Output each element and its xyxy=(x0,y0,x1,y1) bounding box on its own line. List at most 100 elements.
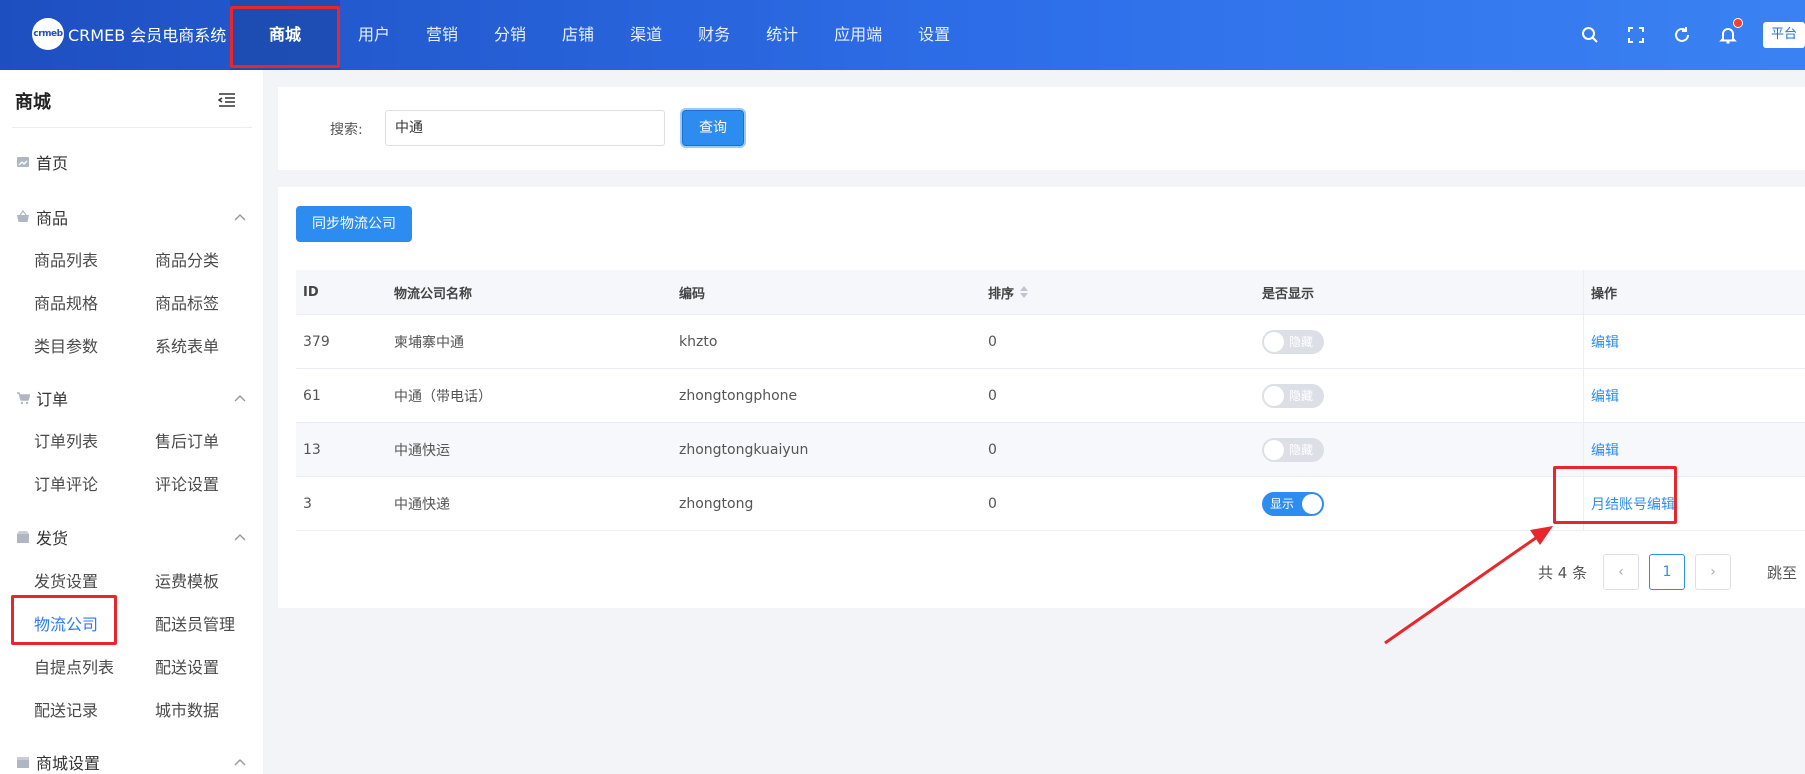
sort-caret-icon[interactable] xyxy=(1020,286,1029,298)
annotation-box-logistics xyxy=(11,595,117,645)
cell-actions: 编辑 xyxy=(1591,315,1619,368)
cell-id: 3 xyxy=(303,495,312,512)
sidebar-link-product-list[interactable]: 商品列表 xyxy=(34,247,98,271)
edit-link[interactable]: 编辑 xyxy=(1591,386,1619,406)
search-label: 搜索: xyxy=(330,122,363,138)
sidebar-group-label: 商城设置 xyxy=(36,754,101,773)
sidebar: 商城 首页 商品 商品列表 商品分类 商品规格 商品标签 类目参数 系统表单 订… xyxy=(0,70,263,774)
cell-id: 13 xyxy=(303,441,321,458)
sidebar-link-delivery-settings[interactable]: 配送设置 xyxy=(155,654,219,678)
annotation-box-nav xyxy=(230,6,340,68)
visibility-toggle[interactable]: 隐藏 xyxy=(1262,329,1324,354)
sync-logistics-button[interactable]: 同步物流公司 xyxy=(296,206,412,242)
column-header-sort[interactable]: 排序 xyxy=(988,270,1029,314)
visibility-toggle[interactable]: 显示 xyxy=(1262,491,1324,516)
column-header-sort-label: 排序 xyxy=(988,286,1015,302)
cell-code: zhongtongphone xyxy=(679,387,798,404)
chevron-up-icon xyxy=(234,214,246,221)
sidebar-link-courier-management[interactable]: 配送员管理 xyxy=(155,611,235,635)
nav-item-users[interactable]: 用户 xyxy=(340,0,408,70)
nav-item-marketing[interactable]: 营销 xyxy=(408,0,476,70)
top-nav: 商城 用户 营销 分销 店铺 渠道 财务 统计 应用端 设置 xyxy=(230,0,968,70)
column-divider xyxy=(1583,315,1584,368)
sidebar-item-home[interactable]: 首页 xyxy=(16,150,68,174)
platform-button[interactable]: 平台 xyxy=(1763,22,1805,48)
nav-item-settings[interactable]: 设置 xyxy=(900,0,968,70)
cell-show: 显示 xyxy=(1262,477,1324,530)
fullscreen-icon[interactable] xyxy=(1625,24,1647,46)
basket-icon xyxy=(16,210,30,224)
table-header: ID 物流公司名称 编码 排序 是否显示 操作 xyxy=(296,270,1805,315)
refresh-icon[interactable] xyxy=(1671,24,1693,46)
cell-code: zhongtongkuaiyun xyxy=(679,441,809,458)
toggle-label: 隐藏 xyxy=(1289,388,1314,403)
column-header-actions: 操作 xyxy=(1591,286,1618,302)
cell-name: 中通快递 xyxy=(394,496,450,513)
collapse-menu-icon[interactable] xyxy=(218,92,236,108)
sidebar-link-product-category[interactable]: 商品分类 xyxy=(155,247,219,271)
sidebar-link-pickup-points[interactable]: 自提点列表 xyxy=(34,654,114,678)
next-page-button[interactable]: › xyxy=(1695,554,1731,590)
logo[interactable]: crmeb CRMEB 会员电商系统 xyxy=(32,18,226,50)
toggle-label: 隐藏 xyxy=(1289,442,1314,457)
cell-sort: 0 xyxy=(988,441,997,458)
edit-link[interactable]: 编辑 xyxy=(1591,332,1619,352)
visibility-toggle[interactable]: 隐藏 xyxy=(1262,437,1324,462)
cell-sort: 0 xyxy=(988,387,997,404)
bell-icon[interactable] xyxy=(1717,18,1743,46)
annotation-box-monthly-edit xyxy=(1553,466,1677,524)
cell-show: 隐藏 xyxy=(1262,369,1324,422)
sidebar-link-delivery-records[interactable]: 配送记录 xyxy=(34,697,98,721)
chevron-up-icon xyxy=(234,534,246,541)
jump-to-label: 跳至 xyxy=(1767,564,1798,582)
sidebar-link-city-data[interactable]: 城市数据 xyxy=(155,697,219,721)
sidebar-link-product-spec[interactable]: 商品规格 xyxy=(34,290,98,314)
cell-show: 隐藏 xyxy=(1262,315,1324,368)
table-row: 61 中通（带电话） zhongtongphone 0 隐藏 编辑 xyxy=(296,369,1805,423)
sidebar-link-order-list[interactable]: 订单列表 xyxy=(34,428,98,452)
nav-item-store[interactable]: 店铺 xyxy=(544,0,612,70)
sidebar-group-mall-settings[interactable]: 商城设置 xyxy=(16,750,246,774)
sidebar-link-system-forms[interactable]: 系统表单 xyxy=(155,333,219,357)
cell-show: 隐藏 xyxy=(1262,423,1324,476)
nav-item-finance[interactable]: 财务 xyxy=(680,0,748,70)
search-icon[interactable] xyxy=(1579,24,1601,46)
sidebar-link-category-params[interactable]: 类目参数 xyxy=(34,333,98,357)
sidebar-group-products[interactable]: 商品 xyxy=(16,205,246,229)
column-divider xyxy=(1583,369,1584,422)
search-input[interactable]: 中通 xyxy=(385,110,665,146)
notification-dot xyxy=(1733,18,1743,28)
logo-badge: crmeb xyxy=(32,18,64,50)
cell-sort: 0 xyxy=(988,333,997,350)
table-row: 379 柬埔寨中通 khzto 0 隐藏 编辑 xyxy=(296,315,1805,369)
nav-item-distribution[interactable]: 分销 xyxy=(476,0,544,70)
sidebar-link-order-reviews[interactable]: 订单评论 xyxy=(34,471,98,495)
header-actions: 平台 xyxy=(1579,0,1805,70)
sidebar-link-review-settings[interactable]: 评论设置 xyxy=(155,471,219,495)
sidebar-link-product-tags[interactable]: 商品标签 xyxy=(155,290,219,314)
sidebar-group-orders[interactable]: 订单 xyxy=(16,386,246,410)
nav-item-statistics[interactable]: 统计 xyxy=(748,0,816,70)
cell-sort: 0 xyxy=(988,495,997,512)
prev-page-button[interactable]: ‹ xyxy=(1603,554,1639,590)
sidebar-title: 商城 xyxy=(15,92,51,113)
sidebar-divider xyxy=(12,127,252,128)
cell-code: zhongtong xyxy=(679,495,754,512)
pagination-total: 共 4 条 xyxy=(1538,564,1588,582)
sidebar-group-shipping[interactable]: 发货 xyxy=(16,525,246,549)
sidebar-group-label: 订单 xyxy=(36,390,69,409)
visibility-toggle[interactable]: 隐藏 xyxy=(1262,383,1324,408)
sidebar-link-after-sales[interactable]: 售后订单 xyxy=(155,428,219,452)
nav-item-channel[interactable]: 渠道 xyxy=(612,0,680,70)
query-button[interactable]: 查询 xyxy=(682,110,744,146)
sidebar-link-freight-templates[interactable]: 运费模板 xyxy=(155,568,219,592)
cell-id: 61 xyxy=(303,387,321,404)
nav-item-apps[interactable]: 应用端 xyxy=(816,0,900,70)
edit-link[interactable]: 编辑 xyxy=(1591,440,1619,460)
chevron-up-icon xyxy=(234,395,246,402)
page-button-current[interactable]: 1 xyxy=(1649,554,1685,590)
cell-code: khzto xyxy=(679,333,718,350)
sidebar-link-shipping-settings[interactable]: 发货设置 xyxy=(34,568,98,592)
search-card: 搜索: 中通 查询 xyxy=(278,87,1805,170)
table-card: 同步物流公司 ID 物流公司名称 编码 排序 是否显示 操作 379 柬埔寨中通… xyxy=(278,187,1805,608)
